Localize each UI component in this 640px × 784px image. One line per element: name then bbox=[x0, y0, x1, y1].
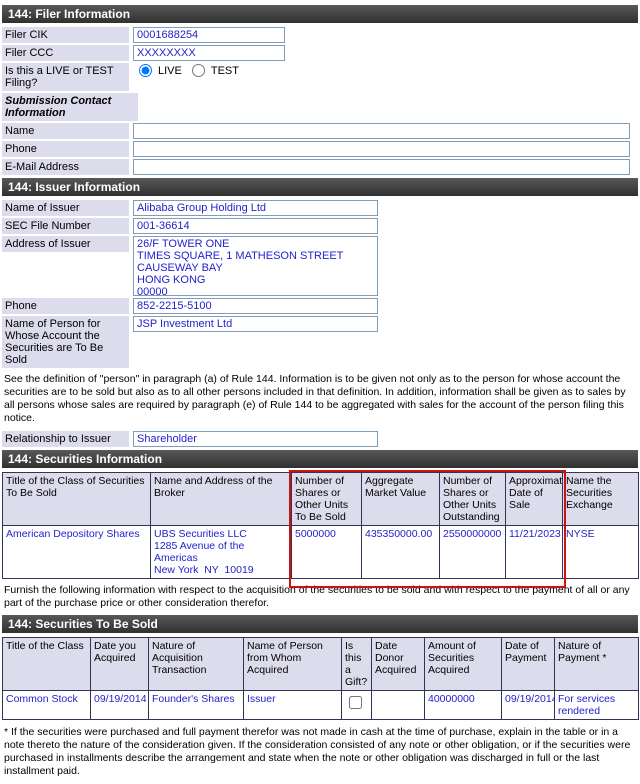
contact-name-input[interactable] bbox=[133, 123, 630, 139]
col-sold-title-class: Title of the Class bbox=[3, 637, 91, 690]
contact-phone-label: Phone bbox=[2, 141, 129, 157]
col-units-to-be-sold: Number of Shares or Other Units To Be So… bbox=[292, 472, 362, 525]
rule144-definition-note: See the definition of "person" in paragr… bbox=[4, 373, 636, 426]
form-144-page: 144: Filer Information Filer CIK Filer C… bbox=[0, 0, 640, 784]
cell-units-to-be-sold: 5000000 bbox=[292, 525, 362, 578]
cell-nature-acquisition: Founder's Shares bbox=[149, 690, 244, 719]
account-person-input[interactable] bbox=[133, 316, 378, 332]
sec-file-number-input[interactable] bbox=[133, 218, 378, 234]
issuer-phone-input[interactable] bbox=[133, 298, 378, 314]
issuer-name-input[interactable] bbox=[133, 200, 378, 216]
live-test-radio-group: LIVE TEST bbox=[133, 63, 239, 77]
relationship-label: Relationship to Issuer bbox=[2, 431, 129, 447]
issuer-address-textarea[interactable]: 26/F TOWER ONE TIMES SQUARE, 1 MATHESON … bbox=[133, 236, 378, 296]
cell-units-outstanding: 2550000000 bbox=[440, 525, 506, 578]
securities-info-row: American Depository Shares UBS Securitie… bbox=[3, 525, 639, 578]
contact-info-heading: Submission Contact Information bbox=[2, 93, 138, 121]
cell-exchange: NYSE bbox=[563, 525, 639, 578]
securities-info-section-header: 144: Securities Information bbox=[2, 450, 638, 468]
securities-sold-row: Common Stock 09/19/2014 Founder's Shares… bbox=[3, 690, 639, 719]
issuer-address-label: Address of Issuer bbox=[2, 236, 129, 252]
securities-sold-table: Title of the Class Date you Acquired Nat… bbox=[2, 637, 639, 720]
filer-cik-input[interactable] bbox=[133, 27, 285, 43]
cell-is-gift bbox=[342, 690, 372, 719]
col-approx-date-of-sale: Approximate Date of Sale bbox=[506, 472, 563, 525]
cell-sold-title-class: Common Stock bbox=[3, 690, 91, 719]
col-amount-acquired: Amount of Securities Acquired bbox=[425, 637, 502, 690]
securities-info-table: Title of the Class of Securities To Be S… bbox=[2, 472, 639, 579]
live-radio[interactable] bbox=[139, 64, 152, 77]
relationship-input[interactable] bbox=[133, 431, 378, 447]
contact-email-label: E-Mail Address bbox=[2, 159, 129, 175]
filer-ccc-label: Filer CCC bbox=[2, 45, 129, 61]
col-nature-of-payment: Nature of Payment * bbox=[555, 637, 639, 690]
col-units-outstanding: Number of Shares or Other Units Outstand… bbox=[440, 472, 506, 525]
col-aggregate-market-value: Aggregate Market Value bbox=[362, 472, 440, 525]
col-is-gift: Is this a Gift? bbox=[342, 637, 372, 690]
payment-footnote: * If the securities were purchased and f… bbox=[4, 726, 636, 779]
cell-aggregate-market-value: 435350000.00 bbox=[362, 525, 440, 578]
col-date-acquired: Date you Acquired bbox=[91, 637, 149, 690]
filer-section-header: 144: Filer Information bbox=[2, 5, 638, 23]
cell-date-of-payment: 09/19/2014 bbox=[502, 690, 555, 719]
contact-name-label: Name bbox=[2, 123, 129, 139]
issuer-section-header: 144: Issuer Information bbox=[2, 178, 638, 196]
col-broker: Name and Address of the Broker bbox=[151, 472, 292, 525]
cell-broker: UBS Securities LLC 1285 Avenue of the Am… bbox=[151, 525, 292, 578]
account-person-label: Name of Person for Whose Account the Sec… bbox=[2, 316, 129, 368]
col-title-class: Title of the Class of Securities To Be S… bbox=[3, 472, 151, 525]
sec-file-number-label: SEC File Number bbox=[2, 218, 129, 234]
contact-email-input[interactable] bbox=[133, 159, 630, 175]
col-date-of-payment: Date of Payment bbox=[502, 637, 555, 690]
cell-amount-acquired: 40000000 bbox=[425, 690, 502, 719]
gift-checkbox[interactable] bbox=[349, 696, 362, 709]
col-person-acquired-from: Name of Person from Whom Acquired bbox=[244, 637, 342, 690]
furnish-note: Furnish the following information with r… bbox=[4, 584, 636, 610]
cell-date-acquired: 09/19/2014 bbox=[91, 690, 149, 719]
cell-title-class: American Depository Shares bbox=[3, 525, 151, 578]
col-exchange: Name the Securities Exchange bbox=[563, 472, 639, 525]
issuer-phone-label: Phone bbox=[2, 298, 129, 314]
col-nature-acquisition: Nature of Acquisition Transaction bbox=[149, 637, 244, 690]
filer-cik-label: Filer CIK bbox=[2, 27, 129, 43]
filer-ccc-input[interactable] bbox=[133, 45, 285, 61]
live-radio-label: LIVE bbox=[158, 65, 182, 77]
contact-phone-input[interactable] bbox=[133, 141, 630, 157]
issuer-name-label: Name of Issuer bbox=[2, 200, 129, 216]
securities-sold-section-header: 144: Securities To Be Sold bbox=[2, 615, 638, 633]
test-radio-label: TEST bbox=[211, 65, 239, 77]
cell-date-donor-acquired bbox=[372, 690, 425, 719]
test-radio[interactable] bbox=[192, 64, 205, 77]
cell-person-acquired-from: Issuer bbox=[244, 690, 342, 719]
live-test-label: Is this a LIVE or TEST Filing? bbox=[2, 63, 129, 91]
securities-info-table-wrap: Title of the Class of Securities To Be S… bbox=[2, 472, 638, 579]
cell-approx-date-of-sale: 11/21/2023 bbox=[506, 525, 563, 578]
cell-nature-of-payment: For services rendered bbox=[555, 690, 639, 719]
col-date-donor-acquired: Date Donor Acquired bbox=[372, 637, 425, 690]
